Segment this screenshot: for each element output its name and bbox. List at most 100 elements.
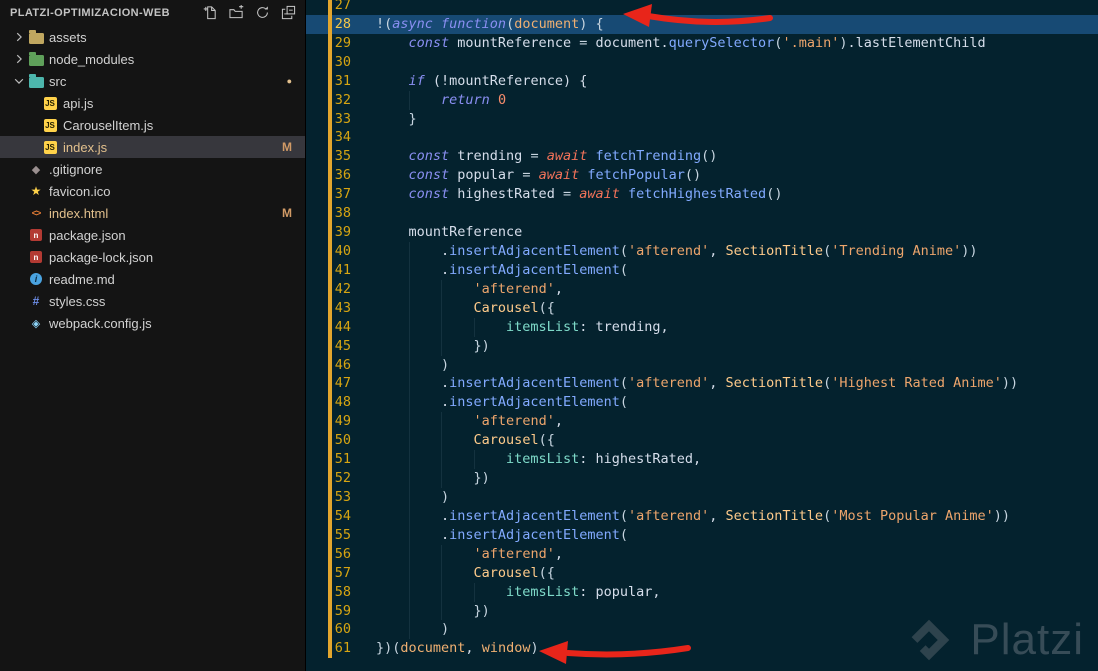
tree-item-styles-css[interactable]: # styles.css bbox=[0, 290, 305, 312]
tree-item-gitignore[interactable]: ◆ .gitignore bbox=[0, 158, 305, 180]
indent-guide bbox=[441, 563, 443, 583]
code-line-48[interactable]: 48 .insertAdjacentElement( bbox=[306, 393, 1098, 413]
git-modified-gutter bbox=[328, 52, 332, 72]
code-line-57[interactable]: 57 Carousel({ bbox=[306, 563, 1098, 583]
git-modified-gutter bbox=[328, 601, 332, 621]
code-line-44[interactable]: 44 itemsList: trending, bbox=[306, 317, 1098, 337]
indent-guide bbox=[408, 601, 410, 621]
code-text: } bbox=[376, 110, 417, 127]
code-line-46[interactable]: 46 ) bbox=[306, 355, 1098, 375]
tree-item-index-js[interactable]: JS index.js M bbox=[0, 136, 305, 158]
git-modified-gutter bbox=[328, 14, 332, 34]
indent-guide bbox=[441, 336, 443, 356]
file-label: favicon.ico bbox=[49, 183, 111, 199]
code-line-36[interactable]: 36 const popular = await fetchPopular() bbox=[306, 166, 1098, 186]
indent-guide bbox=[408, 279, 410, 299]
code-text: .insertAdjacentElement('afterend', Secti… bbox=[376, 506, 1011, 526]
indent-guide bbox=[408, 412, 410, 432]
tree-item-carouselitem-js[interactable]: JS CarouselItem.js bbox=[0, 114, 305, 136]
indent-guide bbox=[408, 90, 410, 110]
git-modified-gutter bbox=[328, 412, 332, 432]
code-line-35[interactable]: 35 const trending = await fetchTrending(… bbox=[306, 147, 1098, 167]
code-text: .insertAdjacentElement( bbox=[376, 260, 628, 280]
tree-item-package-json[interactable]: n package.json bbox=[0, 224, 305, 246]
code-line-47[interactable]: 47 .insertAdjacentElement('afterend', Se… bbox=[306, 374, 1098, 394]
tree-item-webpack-config-js[interactable]: ◈ webpack.config.js bbox=[0, 312, 305, 334]
indent-guide bbox=[441, 469, 443, 488]
code-text: }) bbox=[376, 336, 490, 356]
tree-item-node-modules[interactable]: node_modules bbox=[0, 48, 305, 70]
indent-guide bbox=[408, 544, 410, 564]
code-line-39[interactable]: 39 mountReference bbox=[306, 223, 1098, 242]
git-modified-gutter bbox=[328, 317, 332, 337]
code-text: const popular = await fetchPopular() bbox=[408, 167, 702, 184]
tree-item-package-lock-json[interactable]: n package-lock.json bbox=[0, 246, 305, 268]
indent-guide bbox=[408, 525, 410, 545]
code-line-38[interactable]: 38 bbox=[306, 204, 1098, 224]
indent-guide bbox=[441, 582, 443, 602]
code-line-30[interactable]: 30 bbox=[306, 52, 1098, 72]
code-line-34[interactable]: 34 bbox=[306, 128, 1098, 148]
code-line-54[interactable]: 54 .insertAdjacentElement('afterend', Se… bbox=[306, 506, 1098, 526]
code-line-33[interactable]: 33 } bbox=[306, 109, 1098, 129]
code-line-41[interactable]: 41 .insertAdjacentElement( bbox=[306, 260, 1098, 280]
git-modified-badge: M bbox=[282, 140, 292, 154]
code-line-45[interactable]: 45 }) bbox=[306, 336, 1098, 356]
code-text: const highestRated = await fetchHighestR… bbox=[408, 186, 783, 203]
indent-guide bbox=[473, 582, 475, 602]
indent-guide bbox=[408, 563, 410, 583]
git-modified-gutter bbox=[328, 204, 332, 224]
git-modified-gutter bbox=[328, 260, 332, 280]
code-line-37[interactable]: 37 const highestRated = await fetchHighe… bbox=[306, 185, 1098, 205]
tree-item-api-js[interactable]: JS api.js bbox=[0, 92, 305, 114]
code-line-58[interactable]: 58 itemsList: popular, bbox=[306, 582, 1098, 602]
new-file-button[interactable] bbox=[202, 4, 219, 21]
code-line-60[interactable]: 60 ) bbox=[306, 620, 1098, 640]
code-line-28[interactable]: 28 !(async function(document) { bbox=[306, 14, 1098, 34]
js-icon: JS bbox=[43, 140, 57, 154]
code-line-49[interactable]: 49 'afterend', bbox=[306, 412, 1098, 432]
code-text: mountReference bbox=[376, 224, 523, 241]
git-modified-dot: ● bbox=[286, 76, 292, 86]
indent-guide bbox=[441, 601, 443, 621]
code-line-43[interactable]: 43 Carousel({ bbox=[306, 298, 1098, 318]
explorer-sidebar: PLATZI-OPTIMIZACION-WEB assets node_modul… bbox=[0, 0, 306, 671]
git-modified-gutter bbox=[328, 450, 332, 470]
code-line-31[interactable]: 31 if (!mountReference) { bbox=[306, 71, 1098, 91]
indent-guide bbox=[408, 506, 410, 526]
tree-item-readme-md[interactable]: i readme.md bbox=[0, 268, 305, 290]
code-line-42[interactable]: 42 'afterend', bbox=[306, 279, 1098, 299]
code-line-52[interactable]: 52 }) bbox=[306, 469, 1098, 488]
indent-guide bbox=[408, 355, 410, 375]
refresh-explorer-button[interactable] bbox=[254, 4, 271, 21]
collapse-folders-button[interactable] bbox=[280, 4, 297, 21]
git-modified-gutter bbox=[328, 223, 332, 242]
code-line-59[interactable]: 59 }) bbox=[306, 601, 1098, 621]
code-line-40[interactable]: 40 .insertAdjacentElement('afterend', Se… bbox=[306, 241, 1098, 261]
code-line-55[interactable]: 55 .insertAdjacentElement( bbox=[306, 525, 1098, 545]
code-line-50[interactable]: 50 Carousel({ bbox=[306, 431, 1098, 451]
code-line-53[interactable]: 53 ) bbox=[306, 487, 1098, 507]
git-modified-gutter bbox=[328, 563, 332, 583]
code-line-51[interactable]: 51 itemsList: highestRated, bbox=[306, 450, 1098, 470]
code-text: const mountReference = document.querySel… bbox=[408, 34, 986, 51]
tree-item-favicon-ico[interactable]: ★ favicon.ico bbox=[0, 180, 305, 202]
indent-guide bbox=[473, 450, 475, 470]
code-editor[interactable]: 27 28 !(async function(document) {29 const… bbox=[306, 0, 1098, 671]
new-folder-button[interactable] bbox=[228, 4, 245, 21]
code-line-32[interactable]: 32 return 0 bbox=[306, 90, 1098, 110]
code-line-56[interactable]: 56 'afterend', bbox=[306, 544, 1098, 564]
tree-item-index-html[interactable]: <> index.html M bbox=[0, 202, 305, 224]
code-text: })(document, window) bbox=[376, 640, 539, 657]
indent-guide bbox=[408, 431, 410, 451]
code-line-29[interactable]: 29 const mountReference = document.query… bbox=[306, 33, 1098, 53]
tree-item-assets[interactable]: assets bbox=[0, 26, 305, 48]
css-icon: # bbox=[32, 294, 40, 308]
code-text: !(async function(document) { bbox=[376, 15, 604, 32]
code-line-27[interactable]: 27 bbox=[306, 0, 1098, 15]
file-label: node_modules bbox=[49, 51, 135, 67]
npm-icon: n bbox=[27, 251, 45, 263]
code-line-61[interactable]: 61})(document, window) bbox=[306, 639, 1098, 659]
tree-item-src[interactable]: src ● bbox=[0, 70, 305, 92]
git-modified-gutter bbox=[328, 469, 332, 488]
